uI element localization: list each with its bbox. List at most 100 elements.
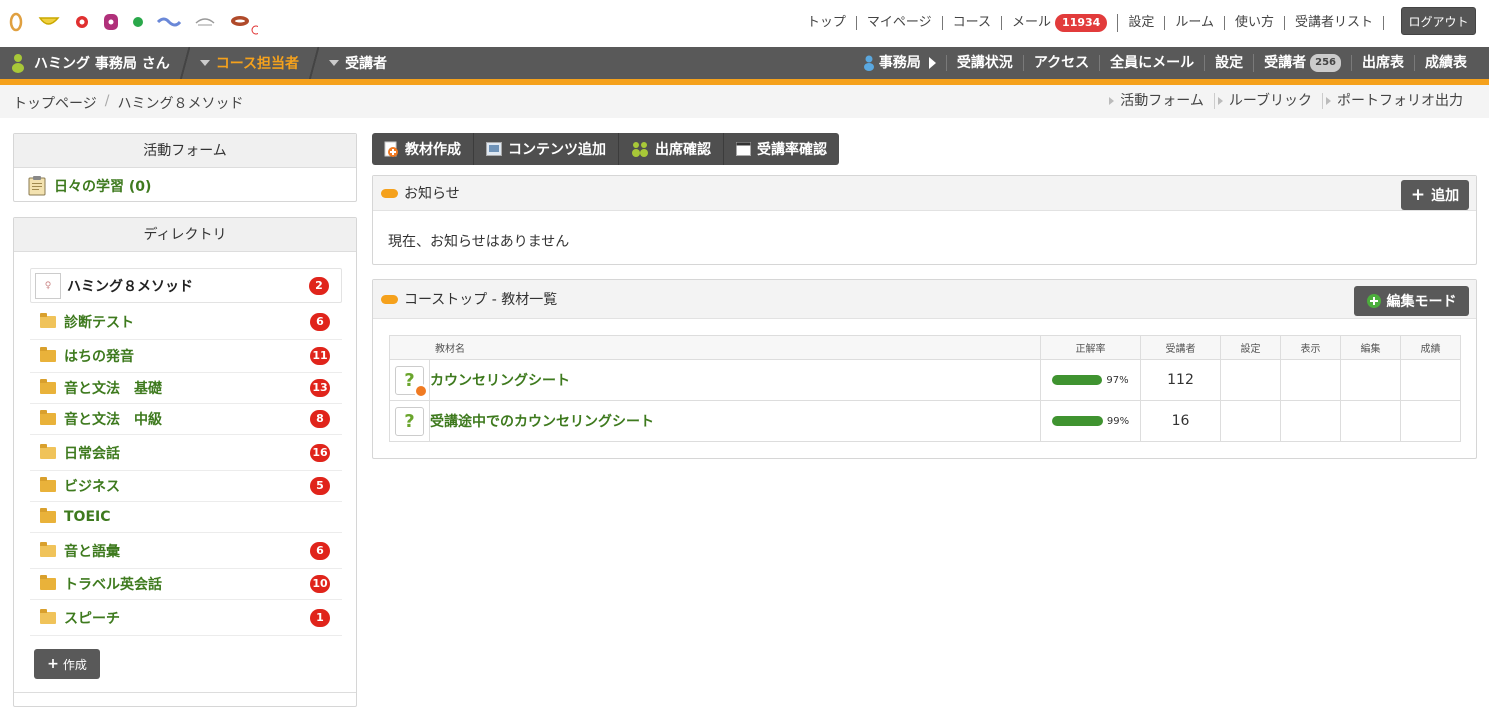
top-link-course[interactable]: コース xyxy=(943,16,1003,30)
folder-icon xyxy=(40,508,56,523)
activity-form-label: 日々の学習 (0) xyxy=(54,179,152,195)
link-label: ルーム xyxy=(1175,15,1214,30)
nav-grades[interactable]: 成績表 xyxy=(1414,55,1477,71)
folder-icon xyxy=(40,477,56,492)
directory-item[interactable]: トラベル英会話 10 xyxy=(30,569,342,600)
column-header-name[interactable]: 教材名 xyxy=(389,335,1041,360)
directory-item[interactable]: ビジネス 5 xyxy=(30,471,342,502)
top-link-room[interactable]: ルーム xyxy=(1165,16,1225,30)
course-title: コーストップ - 教材一覧 xyxy=(404,292,558,308)
display-cell xyxy=(1280,359,1341,401)
folder-open-icon xyxy=(40,608,56,624)
link-label: 受講者リスト xyxy=(1294,15,1373,30)
directory-root-label: ハミング８メソッド xyxy=(67,278,193,295)
directory-item[interactable]: 診断テスト 6 xyxy=(30,304,342,340)
link-portfolio-export[interactable]: ポートフォリオ出力 xyxy=(1322,93,1473,109)
add-label: 追加 xyxy=(1431,188,1460,204)
material-link[interactable]: 受講途中でのカウンセリングシート xyxy=(430,414,654,430)
toolbar-label: 教材作成 xyxy=(405,142,461,158)
top-link-settings[interactable]: 設定 xyxy=(1118,16,1166,30)
attendance-check-button[interactable]: 出席確認 xyxy=(618,133,723,165)
directory-item[interactable]: 日常会話 16 xyxy=(30,435,342,471)
column-header-rate[interactable]: 正解率 xyxy=(1040,335,1141,360)
plus-circle-icon xyxy=(1366,294,1381,308)
nav-progress[interactable]: 受講状況 xyxy=(945,55,1023,71)
top-link-howto[interactable]: 使い方 xyxy=(1225,16,1285,30)
notice-header: お知らせ + 追加 xyxy=(373,176,1476,211)
panel-title: ディレクトリ xyxy=(14,218,356,252)
breadcrumb-separator: / xyxy=(104,93,110,109)
edit-cell xyxy=(1340,359,1401,401)
breadcrumb: トップページ / ハミング８メソッド xyxy=(13,93,243,113)
add-content-button[interactable]: コンテンツ追加 xyxy=(473,133,618,165)
content-add-icon xyxy=(486,142,502,156)
student-count-badge: 256 xyxy=(1310,54,1341,72)
nav-settings[interactable]: 設定 xyxy=(1204,55,1253,71)
directory-item[interactable]: 音と文法 基礎 13 xyxy=(30,373,342,404)
directory-panel: ディレクトリ ♀ ハミング８メソッド 2 診断テスト 6 はちの発音 11 音と文法… xyxy=(13,217,357,707)
directory-item[interactable]: 音と語彙 6 xyxy=(30,533,342,569)
nav-office[interactable]: 事務局 xyxy=(853,55,946,71)
link-rubric[interactable]: ルーブリック xyxy=(1213,93,1322,109)
breadcrumb-top[interactable]: トップページ xyxy=(13,93,97,113)
nav-left: ハミング 事務局 さん コース担当者 受講者 xyxy=(10,47,387,79)
edit-cell xyxy=(1340,400,1401,442)
count-badge: 1 xyxy=(310,608,330,627)
main-nav: ハミング 事務局 さん コース担当者 受講者 事務局 受講状況 アクセス 全員に… xyxy=(0,47,1489,79)
link-activity-form[interactable]: 活動フォーム xyxy=(1106,93,1214,109)
role-course-manager[interactable]: コース担当者 xyxy=(199,53,299,73)
rate-cell: 97% xyxy=(1040,359,1141,401)
create-label: 作成 xyxy=(62,657,87,672)
activity-form-item[interactable]: 日々の学習 (0) xyxy=(14,168,356,196)
plus-icon: + xyxy=(1410,185,1426,205)
count-badge: 5 xyxy=(310,477,330,495)
course-toolbar: 教材作成 コンテンツ追加 出席確認 受講率確認 xyxy=(372,133,839,165)
clipboard-icon xyxy=(28,176,46,196)
directory-root[interactable]: ♀ ハミング８メソッド 2 xyxy=(30,268,342,303)
rate-bar xyxy=(1052,375,1103,385)
breadcrumb-current: ハミング８メソッド xyxy=(117,96,244,112)
top-link-student-list[interactable]: 受講者リスト xyxy=(1285,16,1384,30)
top-link-mypage[interactable]: マイページ xyxy=(857,16,943,30)
nav-students[interactable]: 受講者 256 xyxy=(1253,54,1351,72)
column-header-students[interactable]: 受講者 xyxy=(1140,335,1221,360)
count-badge: 6 xyxy=(310,541,330,560)
directory-item[interactable]: スピーチ 1 xyxy=(30,600,342,636)
top-link-top[interactable]: トップ xyxy=(797,16,857,30)
nav-access[interactable]: アクセス xyxy=(1022,55,1099,71)
folder-open-icon xyxy=(40,443,56,459)
top-link-mail[interactable]: メール 11934 xyxy=(1002,14,1119,32)
toolbar-label: 受講率確認 xyxy=(757,142,827,158)
create-material-button[interactable]: 教材作成 xyxy=(372,133,473,165)
count-badge: 6 xyxy=(310,312,330,331)
settings-cell xyxy=(1220,400,1281,442)
nav-attendance[interactable]: 出席表 xyxy=(1351,55,1414,71)
material-name-cell: カウンセリングシート xyxy=(429,359,1041,401)
directory-item[interactable]: はちの発音 11 xyxy=(30,340,342,373)
directory-list: 診断テスト 6 はちの発音 11 音と文法 基礎 13 音と文法 中級 8 日常会話 16… xyxy=(30,304,342,636)
rate-label: 99% xyxy=(1106,415,1130,427)
material-name-cell: 受講途中でのカウンセリングシート xyxy=(429,400,1041,442)
directory-item[interactable]: 音と文法 中級 8 xyxy=(30,404,342,435)
directory-item[interactable]: TOEIC xyxy=(30,502,342,533)
role-label: 受講者 xyxy=(345,56,388,72)
panel-divider xyxy=(14,692,356,693)
column-header-display: 表示 xyxy=(1280,335,1341,360)
attendance-rate-button[interactable]: 受講率確認 xyxy=(723,133,839,165)
role-student[interactable]: 受講者 xyxy=(329,53,387,73)
display-cell xyxy=(1280,400,1341,442)
activity-form-panel: 活動フォーム 日々の学習 (0) xyxy=(13,133,357,202)
top-links: トップ マイページ コース メール 11934 設定 ルーム 使い方 受講者リスト xyxy=(797,12,1384,34)
edit-mode-label: 編集モード xyxy=(1386,294,1457,310)
notice-title: お知らせ xyxy=(404,186,460,202)
create-directory-button[interactable]: + 作成 xyxy=(34,649,100,679)
refresh-badge-icon xyxy=(414,383,428,398)
user-name: ハミング 事務局 さん xyxy=(34,56,170,72)
material-link[interactable]: カウンセリングシート xyxy=(430,373,570,389)
toolbar-label: コンテンツ追加 xyxy=(508,142,606,158)
logout-button[interactable]: ログアウト xyxy=(1401,7,1476,35)
edit-mode-button[interactable]: 編集モード xyxy=(1354,286,1469,316)
site-logo[interactable] xyxy=(8,10,258,36)
add-notice-button[interactable]: + 追加 xyxy=(1401,180,1469,210)
nav-mail-all[interactable]: 全員にメール xyxy=(1099,55,1204,71)
